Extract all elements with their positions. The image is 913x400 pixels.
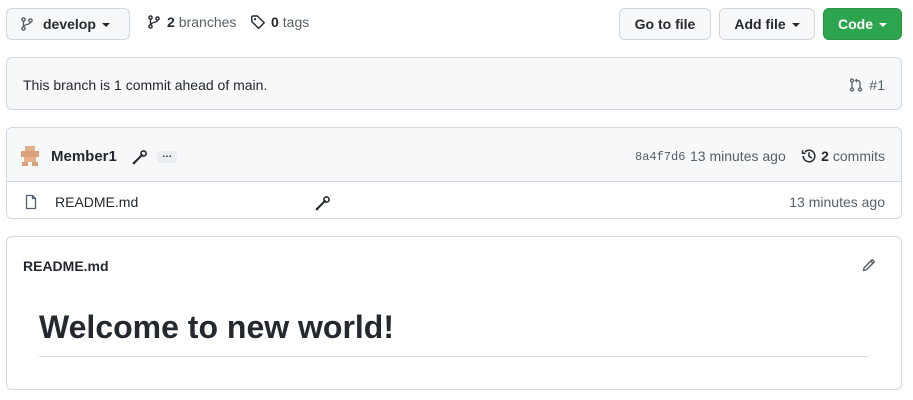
pull-request-number: #1	[869, 77, 885, 93]
git-branch-icon	[148, 15, 160, 29]
commits-history-link[interactable]: 2 commits	[801, 148, 885, 164]
pull-request-link[interactable]: #1	[848, 77, 885, 93]
file-name-link[interactable]: README.md	[55, 194, 138, 210]
avatar[interactable]	[19, 145, 41, 167]
file-row[interactable]: README.md 13 minutes ago	[7, 182, 901, 220]
file-icon	[25, 194, 37, 210]
branches-link[interactable]: 2 branches	[146, 14, 236, 30]
tags-label: tags	[282, 14, 310, 30]
branch-ahead-notice: This branch is 1 commit ahead of main. #…	[6, 57, 902, 110]
add-file-label: Add file	[734, 16, 786, 32]
commit-author[interactable]: Member1	[51, 148, 117, 165]
chevron-down-icon	[791, 23, 800, 27]
commits-label: commits	[832, 148, 885, 164]
commits-count: 2	[821, 148, 829, 164]
git-branch-icon	[21, 17, 33, 31]
commit-sha[interactable]: 8a4f7d6	[635, 150, 685, 164]
branch-select-button[interactable]: develop	[6, 8, 130, 40]
branches-count: 2	[167, 14, 175, 30]
pencil-icon[interactable]	[861, 257, 877, 273]
file-browser: Member1 … 8a4f7d6 13 minutes ago 2 commi…	[6, 127, 902, 219]
branch-name: develop	[43, 16, 96, 32]
wrench-icon	[315, 196, 330, 211]
tags-link[interactable]: 0 tags	[250, 14, 309, 30]
readme-heading: Welcome to new world!	[39, 309, 394, 345]
commit-time: 13 minutes ago	[690, 148, 786, 164]
code-label: Code	[838, 16, 873, 32]
readme-panel: README.md Welcome to new world!	[6, 236, 902, 390]
tag-icon	[251, 15, 265, 30]
expand-commit-message-button[interactable]: …	[157, 150, 177, 163]
chevron-down-icon	[101, 23, 110, 27]
git-pull-request-icon	[850, 78, 863, 92]
code-button[interactable]: Code	[823, 8, 902, 40]
readme-title: README.md	[23, 258, 109, 274]
go-to-file-button[interactable]: Go to file	[619, 8, 711, 40]
branches-label: branches	[178, 14, 237, 30]
tags-count: 0	[271, 14, 279, 30]
add-file-button[interactable]: Add file	[719, 8, 815, 40]
wrench-icon	[132, 150, 147, 165]
go-to-file-label: Go to file	[634, 16, 696, 32]
heading-divider	[39, 356, 869, 357]
chevron-down-icon	[879, 23, 887, 27]
history-icon	[801, 149, 816, 163]
ahead-notice-text: This branch is 1 commit ahead of main.	[23, 77, 268, 93]
latest-commit-row: Member1 … 8a4f7d6 13 minutes ago 2 commi…	[7, 128, 901, 182]
file-commit-time: 13 minutes ago	[789, 194, 885, 210]
